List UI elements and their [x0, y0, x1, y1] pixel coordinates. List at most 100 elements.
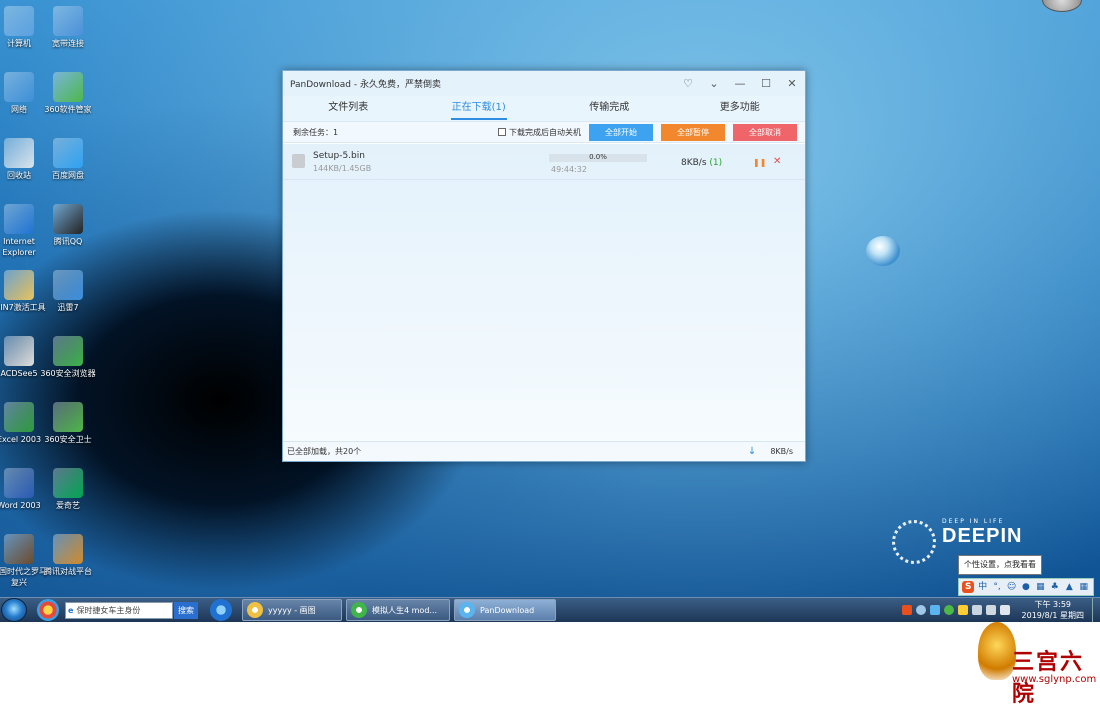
deepin-swirl-icon: [892, 520, 936, 564]
show-desktop-button[interactable]: [1092, 598, 1100, 622]
skin-button[interactable]: ♡: [675, 71, 701, 96]
time-remaining: 49:44:32: [551, 165, 587, 174]
speed-value: 8KB/s: [681, 158, 707, 168]
mic-icon[interactable]: ●: [1020, 581, 1032, 593]
desktop-icon[interactable]: 百度网盘: [38, 138, 98, 181]
desktop-icon[interactable]: 腾讯对战平台: [38, 534, 98, 577]
tab-downloading[interactable]: 正在下载(1): [414, 96, 545, 121]
emoji-icon[interactable]: ☺: [1005, 581, 1017, 593]
download-toolbar: 剩余任务：1 下载完成后自动关机 全部开始 全部暂停 全部取消: [283, 121, 805, 143]
360-tray-icon[interactable]: [943, 605, 954, 615]
desktop-icon[interactable]: 360安全浏览器: [38, 336, 98, 379]
cloud-icon: [459, 602, 475, 618]
desktop-icon[interactable]: 宽带连接: [38, 6, 98, 49]
window-titlebar[interactable]: PanDownload - 永久免费，严禁倒卖 ♡ ⌄ — ☐ ✕: [283, 71, 805, 96]
app-icon: [53, 468, 83, 498]
sogou-tray-icon[interactable]: [901, 605, 912, 615]
desktop-icon-label: 360安全卫士: [44, 435, 92, 444]
pause-all-button[interactable]: 全部暂停: [661, 123, 725, 141]
app-icon: [53, 402, 83, 432]
app-icon: [53, 204, 83, 234]
window-title: PanDownload - 永久免费，严禁倒卖: [290, 80, 441, 90]
file-name: Setup-5.bin: [313, 151, 365, 161]
display-tray-icon[interactable]: [985, 605, 996, 615]
app-icon: [4, 402, 34, 432]
task-sims[interactable]: 模拟人生4 mod...: [346, 599, 450, 621]
checkbox-box[interactable]: [498, 128, 506, 136]
desktop-icon[interactable]: 360软件管家: [38, 72, 98, 115]
tab-more-features[interactable]: 更多功能: [675, 96, 806, 121]
status-text: 已全部加载，共20个: [287, 447, 362, 456]
auto-shutdown-checkbox[interactable]: 下载完成后自动关机: [498, 127, 581, 138]
file-icon: [292, 154, 305, 168]
total-speed: 8KB/s: [770, 447, 793, 456]
desktop-icon-label: 腾讯QQ: [53, 237, 83, 246]
phoenix-logo-icon: [978, 622, 1016, 680]
volume-icon[interactable]: [999, 605, 1010, 615]
clock[interactable]: 下午 3:59 2019/8/1 星期四: [1022, 599, 1084, 621]
app-icon: [53, 6, 83, 36]
close-button[interactable]: ✕: [779, 71, 805, 96]
paint-icon: [247, 602, 263, 618]
search-button[interactable]: 搜索: [174, 601, 198, 619]
task-paint[interactable]: yyyyy - 画图: [242, 599, 342, 621]
flag-tray-icon[interactable]: [971, 605, 982, 615]
security-tray-icon[interactable]: [957, 605, 968, 615]
search-box[interactable]: e 保时捷女车主身份: [65, 601, 173, 619]
shirt-icon[interactable]: ▲: [1063, 581, 1075, 593]
maximize-button[interactable]: ☐: [753, 71, 779, 96]
sogou-icon[interactable]: S: [962, 581, 975, 593]
desktop-icon-label: 360软件管家: [44, 105, 92, 114]
pinned-360-icon[interactable]: [37, 599, 59, 621]
watermark-url: www.sglynp.com: [1012, 674, 1097, 685]
ime-toolbar[interactable]: S 中 °, ☺ ● ▦ ♣ ▲ ▦: [958, 578, 1094, 596]
connection-count: (1): [709, 158, 723, 168]
delete-icon[interactable]: ✕: [773, 156, 781, 167]
gadget-orb: [1042, 0, 1082, 12]
task-label: 模拟人生4 mod...: [372, 605, 438, 615]
desktop-icon[interactable]: 360安全卫士: [38, 402, 98, 445]
download-row[interactable]: Setup-5.bin 144KB/1.45GB 0.0% 49:44:32 8…: [283, 144, 805, 180]
keyboard-icon[interactable]: ▦: [1034, 581, 1046, 593]
minimize-button[interactable]: —: [727, 71, 753, 96]
ime-punct-toggle[interactable]: °,: [991, 581, 1003, 593]
deepin-tagline: DEEP IN LIFE: [942, 518, 1005, 525]
desktop-icon[interactable]: 腾讯QQ: [38, 204, 98, 247]
download-speed: 8KB/s (1): [681, 158, 722, 168]
deepin-logo: DEEP IN LIFE DEEPIN: [892, 518, 1023, 564]
menu-chevron-button[interactable]: ⌄: [701, 71, 727, 96]
app-icon: [4, 138, 34, 168]
pinned-ie-icon[interactable]: [210, 599, 232, 621]
app-icon: [4, 336, 34, 366]
ime-tooltip: 个性设置，点我看看: [958, 555, 1042, 575]
remaining-tasks: 剩余任务：1: [293, 127, 339, 137]
taskbar: e 保时捷女车主身份 搜索 yyyyy - 画图 模拟人生4 mod... Pa…: [0, 597, 1100, 622]
app-icon: [4, 6, 34, 36]
clock-date: 2019/8/1 星期四: [1021, 611, 1084, 620]
app-icon: [4, 270, 34, 300]
ime-lang-toggle[interactable]: 中: [976, 581, 988, 593]
grid-icon[interactable]: ▦: [1078, 581, 1090, 593]
cancel-all-button[interactable]: 全部取消: [733, 123, 797, 141]
start-all-button[interactable]: 全部开始: [589, 123, 653, 141]
desktop-icon-label: 百度网盘: [52, 171, 84, 180]
search-input[interactable]: 保时捷女车主身份: [76, 605, 140, 616]
tab-completed[interactable]: 传输完成: [544, 96, 675, 121]
download-arrow-icon: ↓: [747, 446, 757, 457]
tab-bar: 文件列表 正在下载(1) 传输完成 更多功能: [283, 96, 805, 121]
deepin-wordmark: DEEPIN: [942, 525, 1023, 547]
app-icon: [53, 534, 83, 564]
start-button[interactable]: [1, 598, 27, 622]
desktop-icon[interactable]: 迅雷7: [38, 270, 98, 313]
watermark: 三宫六院 www.sglynp.com: [970, 622, 1100, 707]
desktop-icon[interactable]: 爱奇艺: [38, 468, 98, 511]
task-pandownload[interactable]: PanDownload: [454, 599, 556, 621]
skin-icon[interactable]: ♣: [1049, 581, 1061, 593]
app-icon: [4, 72, 34, 102]
cloud-tray-icon[interactable]: [929, 605, 940, 615]
tab-file-list[interactable]: 文件列表: [283, 96, 414, 121]
pause-icon[interactable]: ❚❚: [753, 158, 766, 167]
task-label: yyyyy - 画图: [268, 605, 316, 615]
desktop: 计算机网络回收站Internet ExplorerWIN7激活工具ACDSee5…: [0, 0, 1100, 622]
network-tray-icon[interactable]: [915, 605, 926, 615]
